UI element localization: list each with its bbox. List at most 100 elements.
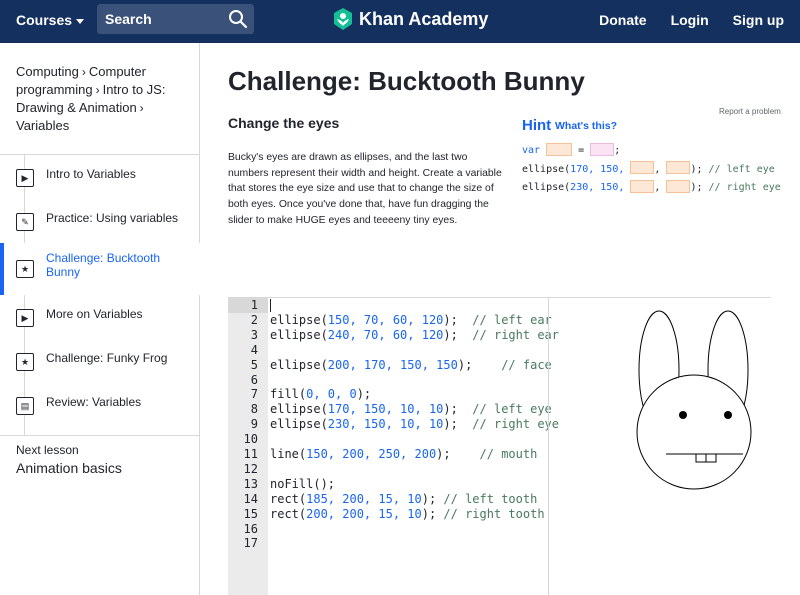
hint-nums: 170, 150, bbox=[570, 163, 625, 175]
line-number: 16 bbox=[243, 521, 258, 536]
sidebar-item-label: Challenge: Bucktooth Bunny bbox=[46, 251, 161, 279]
code-token: ); bbox=[356, 387, 372, 402]
sidebar-item-review-variables[interactable]: ▤ Review: Variables bbox=[0, 383, 200, 427]
breadcrumb-computing[interactable]: Computing bbox=[16, 64, 79, 79]
sidebar-item-challenge-bucktooth-bunny[interactable]: ★ Challenge: Bucktooth Bunny bbox=[0, 243, 200, 295]
hint-comment: // left eye bbox=[708, 163, 775, 175]
line-number: 15 bbox=[243, 506, 258, 521]
code-token: // face bbox=[501, 357, 552, 372]
line-number: 4 bbox=[250, 342, 258, 357]
search-icon[interactable] bbox=[228, 9, 248, 29]
hint-blank bbox=[590, 142, 615, 156]
code-token: noFill(); bbox=[270, 476, 336, 491]
code-token: ); bbox=[457, 357, 502, 372]
sidebar-item-label: Practice: Using variables bbox=[46, 211, 179, 225]
line-number: 3 bbox=[250, 327, 258, 342]
hint-equals: = bbox=[578, 145, 585, 156]
code-token: 200, 200, 15, 10 bbox=[306, 506, 422, 521]
breadcrumb-variables[interactable]: Variables bbox=[16, 118, 69, 133]
code-token: 170, 150, 10, 10 bbox=[327, 402, 444, 417]
face bbox=[636, 374, 752, 490]
search-box[interactable]: Search bbox=[97, 4, 254, 34]
hint-line-2: ellipse(170, 150, , ); // left eye bbox=[522, 161, 781, 180]
code-token: // left ear bbox=[472, 312, 552, 327]
line-number: 11 bbox=[243, 447, 258, 461]
code-token: ); bbox=[421, 506, 444, 521]
left-eye bbox=[679, 411, 687, 419]
hint-close: ); bbox=[690, 163, 703, 175]
code-token: // right eye bbox=[472, 417, 559, 432]
logo-text: Khan Academy bbox=[359, 8, 489, 29]
sidebar-item-more-on-variables[interactable]: ▶ More on Variables bbox=[0, 295, 200, 339]
sidebar-item-label: Intro to Variables bbox=[46, 167, 136, 181]
hint-comma: , bbox=[654, 182, 661, 193]
code-token: ellipse( bbox=[270, 402, 328, 417]
code-token: ellipse( bbox=[270, 312, 328, 327]
courses-menu-button[interactable]: Courses bbox=[16, 12, 85, 28]
sidebar-item-practice-using-variables[interactable]: ✎ Practice: Using variables bbox=[0, 199, 200, 243]
text-cursor bbox=[270, 299, 271, 312]
hint-close: ); bbox=[690, 182, 703, 193]
output-canvas[interactable] bbox=[549, 298, 800, 595]
sidebar-item-label: More on Variables bbox=[46, 307, 143, 321]
code-token: // right tooth bbox=[443, 506, 545, 521]
line-number: 17 bbox=[243, 536, 258, 551]
line-number: 9 bbox=[250, 417, 258, 432]
code-token: 150, 70, 60, 120 bbox=[327, 312, 444, 327]
code-token: 150, 200, 250, 200 bbox=[306, 447, 437, 461]
code-token: 230, 150, 10, 10 bbox=[327, 417, 444, 432]
code-token: ); bbox=[443, 312, 473, 327]
chevron-right-icon: › bbox=[81, 65, 86, 79]
line-number: 5 bbox=[250, 357, 258, 372]
sidebar-divider bbox=[0, 435, 200, 436]
line-number: 10 bbox=[243, 432, 258, 447]
sidebar: Computing › Computer programming › Intro to … bbox=[0, 43, 200, 595]
code-token: ); bbox=[421, 491, 444, 506]
pencil-icon: ✎ bbox=[16, 213, 34, 231]
play-icon: ▶ bbox=[16, 169, 34, 187]
hint-blank bbox=[546, 142, 573, 156]
star-icon: ★ bbox=[16, 260, 34, 278]
hint-blank bbox=[666, 161, 691, 174]
step-description: Bucky's eyes are drawn as ellipses, and … bbox=[228, 152, 502, 226]
code-token: 0, 0, 0 bbox=[306, 387, 357, 402]
code-token: // right ear bbox=[472, 327, 559, 342]
hint-comment: // right eye bbox=[708, 182, 781, 193]
whats-this-link[interactable]: What's this? bbox=[555, 120, 617, 132]
lesson-list: ▶ Intro to Variables ✎ Practice: Using v… bbox=[0, 155, 200, 435]
code-token: 240, 70, 60, 120 bbox=[327, 327, 444, 342]
line-number: 12 bbox=[243, 461, 258, 476]
sidebar-item-label: Challenge: Funky Frog bbox=[46, 351, 168, 365]
sidebar-item-challenge-funky-frog[interactable]: ★ Challenge: Funky Frog bbox=[0, 339, 200, 383]
code-token: // mouth bbox=[479, 447, 538, 461]
code-line: ellipse(150, 70, 60, 120); // left ear bbox=[270, 313, 552, 327]
khan-academy-logo[interactable]: Khan Academy bbox=[333, 8, 488, 30]
play-icon: ▶ bbox=[16, 309, 34, 327]
code-line: ellipse(240, 70, 60, 120); // right ear bbox=[270, 328, 559, 342]
login-link[interactable]: Login bbox=[671, 12, 709, 28]
document-icon: ▤ bbox=[16, 397, 34, 415]
signup-link[interactable]: Sign up bbox=[733, 12, 784, 28]
donate-link[interactable]: Donate bbox=[599, 12, 646, 28]
line-number: 2 bbox=[250, 312, 258, 327]
next-lesson-label: Next lesson bbox=[16, 443, 79, 457]
code-token: line( bbox=[270, 447, 307, 461]
top-navigation-bar: Courses Search Khan Academy Donate Login… bbox=[0, 0, 800, 43]
line-number: 6 bbox=[250, 372, 258, 387]
code-line: line(150, 200, 250, 200); // mouth bbox=[270, 447, 537, 461]
code-token: rect( bbox=[270, 506, 307, 521]
code-token: // left tooth bbox=[443, 491, 538, 506]
next-lesson-link[interactable]: Next lesson Animation basics bbox=[16, 443, 122, 476]
hint-semicolon: ; bbox=[614, 145, 621, 156]
code-line: noFill(); bbox=[270, 477, 335, 491]
report-problem-link[interactable]: Report a problem bbox=[719, 107, 781, 116]
code-token: ellipse( bbox=[270, 357, 328, 372]
sidebar-item-intro-to-variables[interactable]: ▶ Intro to Variables bbox=[0, 155, 200, 199]
line-number: 14 bbox=[243, 491, 258, 506]
hint-blank bbox=[630, 161, 655, 174]
code-line: rect(185, 200, 15, 10); // left tooth bbox=[270, 492, 537, 506]
hint-line-3: ellipse(230, 150, , ); // right eye bbox=[522, 179, 781, 198]
code-token: ); bbox=[443, 417, 473, 432]
line-number: 7 bbox=[250, 387, 258, 402]
courses-label: Courses bbox=[16, 12, 73, 28]
